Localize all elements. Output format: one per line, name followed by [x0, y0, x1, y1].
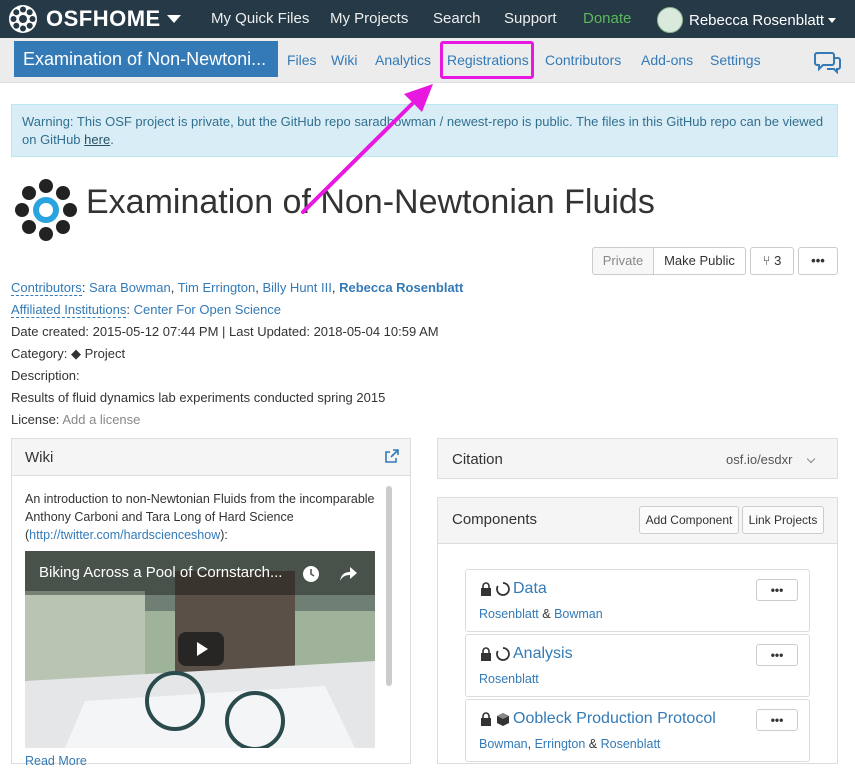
lock-icon [481, 712, 491, 726]
contributors-label[interactable]: Contributors [11, 280, 82, 296]
alert-here-link[interactable]: here [84, 132, 110, 147]
description-text[interactable]: Results of fluid dynamics lab experiment… [11, 390, 385, 405]
category-row: Category: ◆ Project [11, 346, 125, 362]
institution-link[interactable]: Center For Open Science [134, 302, 281, 317]
contributors-row: Contributors: Sara Bowman, Tim Errington… [11, 280, 464, 296]
contributor-link[interactable]: Errington [535, 737, 586, 751]
link-projects-button[interactable]: Link Projects [742, 506, 824, 534]
alert-end: . [110, 132, 114, 147]
make-public-button[interactable]: Make Public [653, 247, 746, 275]
cube-icon: ◆ [71, 346, 81, 361]
wiki-twitter-link[interactable]: http://twitter.com/hardscienceshow [29, 528, 220, 542]
component-item: Analysis Rosenblatt ••• [465, 634, 810, 697]
contributor-link[interactable]: Sara Bowman [89, 280, 171, 295]
add-license-link[interactable]: Add a license [62, 412, 140, 427]
tab-analytics[interactable]: Analytics [375, 52, 431, 68]
forks-count: 3 [774, 253, 782, 268]
wiki-scrollbar[interactable] [386, 486, 392, 686]
cube-icon [497, 713, 509, 726]
institutions-label[interactable]: Affiliated Institutions [11, 302, 127, 318]
tab-settings[interactable]: Settings [710, 52, 761, 68]
user-name: Rebecca Rosenblatt [689, 11, 825, 29]
chevron-down-icon[interactable] [806, 454, 816, 464]
institutions-row: Affiliated Institutions: Center For Open… [11, 302, 282, 318]
brand-caret-icon[interactable] [166, 15, 181, 23]
component-contributors: Rosenblatt & Bowman [479, 607, 603, 621]
contributor-link[interactable]: Rosenblatt [601, 737, 661, 751]
component-more-button[interactable]: ••• [756, 644, 798, 666]
osf-logo-icon [9, 5, 37, 33]
citation-title: Citation [452, 451, 503, 468]
component-title-link[interactable]: Data [513, 580, 547, 598]
nav-donate[interactable]: Donate [583, 10, 631, 27]
tab-files[interactable]: Files [287, 52, 317, 68]
top-navbar: OSFHOME My Quick Files My Projects Searc… [0, 0, 855, 38]
nav-my-quick-files[interactable]: My Quick Files [211, 10, 309, 27]
watch-later-icon[interactable] [302, 565, 320, 583]
lock-icon [481, 647, 491, 661]
license-row: License: Add a license [11, 412, 140, 427]
dates-row: Date created: 2015-05-12 07:44 PM | Last… [11, 324, 439, 339]
nav-support[interactable]: Support [504, 10, 557, 27]
comments-icon[interactable] [814, 50, 842, 74]
tab-contributors[interactable]: Contributors [545, 52, 621, 68]
tab-wiki[interactable]: Wiki [331, 52, 357, 68]
component-contributors: Bowman, Errington & Rosenblatt [479, 737, 661, 751]
citation-panel[interactable]: Citation osf.io/esdxr [437, 438, 838, 479]
page-title: Examination of Non-Newtonian Fluids [86, 183, 655, 221]
project-navbar: Examination of Non-Newtoni... Files Wiki… [0, 38, 855, 83]
component-more-button[interactable]: ••• [756, 579, 798, 601]
private-button[interactable]: Private [592, 247, 654, 275]
share-icon[interactable] [338, 565, 358, 583]
play-button[interactable] [178, 632, 224, 666]
user-caret-icon [828, 17, 837, 23]
external-link-icon[interactable] [385, 449, 399, 463]
forks-button[interactable]: ⑂ 3 [750, 247, 794, 275]
component-more-button[interactable]: ••• [756, 709, 798, 731]
contributor-link[interactable]: Billy Hunt III [262, 280, 331, 295]
fork-icon: ⑂ [762, 253, 771, 268]
lock-icon [481, 582, 491, 596]
brand-text: OSFHOME [46, 6, 161, 31]
project-logo-icon [15, 179, 77, 241]
add-component-button[interactable]: Add Component [639, 506, 739, 534]
alert-text: Warning: This OSF project is private, bu… [22, 114, 824, 147]
contributor-link[interactable]: Bowman [479, 737, 528, 751]
youtube-video-embed[interactable]: Biking Across a Pool of Cornstarch... [25, 551, 375, 748]
wiki-read-more-link[interactable]: Read More [25, 754, 87, 768]
component-title-link[interactable]: Oobleck Production Protocol [513, 710, 716, 728]
contributor-link[interactable]: Tim Errington [178, 280, 256, 295]
github-warning-alert: Warning: This OSF project is private, bu… [11, 104, 838, 157]
components-title: Components [452, 511, 538, 528]
wiki-intro-text: An introduction to non-Newtonian Fluids … [25, 492, 375, 542]
user-menu[interactable]: Rebecca Rosenblatt [657, 7, 837, 33]
wiki-panel-header [12, 439, 410, 476]
component-item: Data Rosenblatt & Bowman ••• [465, 569, 810, 632]
tab-add-ons[interactable]: Add-ons [641, 52, 693, 68]
nav-search[interactable]: Search [433, 10, 481, 27]
wiki-panel-title[interactable]: Wiki [25, 449, 53, 466]
contributor-link[interactable]: Rebecca Rosenblatt [339, 280, 463, 295]
license-label: License: [11, 412, 60, 427]
osf-home-brand[interactable]: OSFHOME [8, 4, 181, 34]
description-label: Description: [11, 368, 80, 383]
contributor-link[interactable]: Bowman [554, 607, 603, 621]
video-title: Biking Across a Pool of Cornstarch... [39, 564, 283, 581]
citation-link[interactable]: osf.io/esdxr [726, 452, 792, 467]
registrations-highlight-box [440, 41, 534, 79]
circle-notch-icon [496, 582, 510, 596]
contributor-link[interactable]: Rosenblatt [479, 672, 539, 686]
category-label: Category: [11, 346, 68, 361]
project-more-button[interactable]: ••• [798, 247, 838, 275]
nav-my-projects[interactable]: My Projects [330, 10, 408, 27]
component-contributors: Rosenblatt [479, 672, 539, 686]
play-icon [197, 642, 208, 656]
category-value: Project [84, 346, 126, 361]
component-item: Oobleck Production Protocol Bowman, Erri… [465, 699, 810, 762]
project-nav-title[interactable]: Examination of Non-Newtoni... [14, 41, 278, 77]
circle-notch-icon [496, 647, 510, 661]
contributor-link[interactable]: Rosenblatt [479, 607, 539, 621]
avatar [657, 7, 683, 33]
component-title-link[interactable]: Analysis [513, 645, 573, 663]
